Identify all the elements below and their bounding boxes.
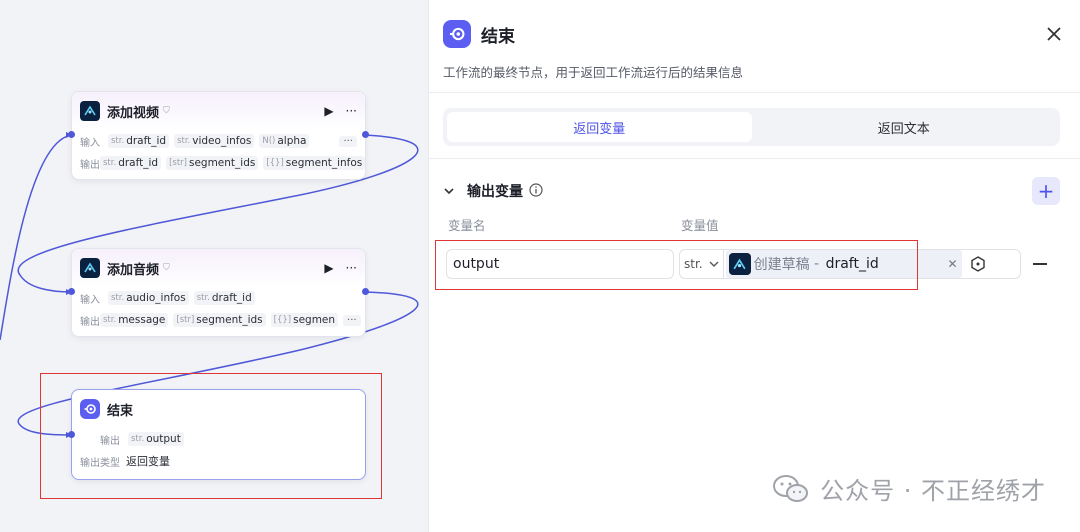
input-label: 输入	[80, 294, 100, 306]
param-chip: str. draft_id	[108, 134, 170, 148]
node-title: 添加视频	[107, 105, 160, 121]
col-variable-value: 变量值	[681, 218, 719, 233]
clear-icon[interactable]: ✕	[948, 257, 958, 271]
node-header: 添加视频 ⛉ ▶ ···	[72, 92, 365, 130]
output-row: 输出 str. message [str] segment_ids [{}] segm…	[72, 309, 365, 331]
input-row: 输入 str. draft_id str. video_infos N() alpha…	[72, 130, 365, 152]
param-chip: str. audio_infos	[108, 291, 189, 305]
column-headers: 变量名 变量值	[429, 205, 1080, 234]
remove-variable-button[interactable]	[1033, 263, 1047, 265]
divider	[429, 92, 1080, 93]
node-header: 添加音频 ⛉ ▶ ···	[72, 249, 365, 287]
info-icon[interactable]	[529, 182, 543, 201]
tab-return-text[interactable]: 返回文本	[752, 112, 1057, 142]
more-icon[interactable]: ···	[346, 104, 357, 118]
tab-bar: 返回变量 返回文本	[443, 108, 1060, 146]
shield-icon: ⛉	[163, 106, 170, 116]
col-variable-name: 变量名	[448, 218, 486, 233]
param-chip: [str] segment_ids	[166, 156, 259, 170]
more-params-button[interactable]: ···	[339, 135, 357, 147]
param-chip: [{}] segment_infos	[263, 156, 365, 170]
more-params-button[interactable]: ···	[343, 314, 361, 326]
close-icon[interactable]	[1042, 22, 1066, 46]
panel-title: 结束	[481, 26, 515, 47]
variable-picker-icon[interactable]	[968, 254, 988, 274]
add-variable-button[interactable]: +	[1032, 177, 1060, 205]
tab-return-variable[interactable]: 返回变量	[447, 112, 752, 142]
shield-icon: ⛉	[163, 263, 170, 273]
output-label: 输出	[80, 316, 100, 328]
panel-description: 工作流的最终节点，用于返回工作流运行后的结果信息	[443, 65, 744, 80]
panel-header: 结束	[429, 0, 1080, 48]
param-chip: N() alpha	[259, 134, 310, 148]
node-add-video[interactable]: 添加视频 ⛉ ▶ ··· 输入 str. draft_id str. video_i…	[71, 91, 366, 180]
param-chip: [{}] segmen	[270, 313, 339, 327]
end-node-icon	[443, 20, 471, 48]
highlight-box-variable-row	[435, 240, 918, 290]
param-chip: [str] segment_ids	[173, 313, 266, 327]
input-port[interactable]	[68, 131, 75, 138]
highlight-box-end-node	[40, 373, 382, 499]
plugin-logo-icon	[80, 258, 100, 278]
wechat-icon	[773, 474, 809, 502]
input-row: 输入 str. audio_infos str. draft_id	[72, 287, 365, 309]
param-chip: str. video_infos	[174, 134, 255, 148]
plugin-logo-icon	[80, 101, 100, 121]
watermark: 公众号 · 不正经绣才	[772, 471, 1046, 506]
input-label: 输入	[80, 137, 100, 149]
param-chip: str. draft_id	[193, 291, 255, 305]
section-title: 输出变量	[467, 184, 523, 200]
watermark-text: 公众号 · 不正经绣才	[820, 477, 1046, 505]
node-title: 添加音频	[107, 262, 160, 278]
chevron-down-icon[interactable]	[443, 182, 455, 201]
more-icon[interactable]: ···	[346, 261, 357, 275]
edge-start-to-video	[0, 134, 73, 341]
output-row: 输出 str. draft_id [str] segment_ids [{}] seg…	[72, 152, 365, 174]
output-label: 输出	[80, 159, 100, 171]
input-port[interactable]	[68, 288, 75, 295]
param-chip: str. draft_id	[100, 156, 162, 170]
run-icon[interactable]: ▶	[324, 261, 333, 275]
output-variables-section: 输出变量 +	[429, 159, 1080, 205]
param-chip: str. message	[100, 313, 169, 327]
workflow-canvas[interactable]: 添加视频 ⛉ ▶ ··· 输入 str. draft_id str. video_i…	[0, 0, 428, 532]
output-port[interactable]	[362, 131, 369, 138]
output-port[interactable]	[362, 288, 369, 295]
node-add-audio[interactable]: 添加音频 ⛉ ▶ ··· 输入 str. audio_infos str. draf…	[71, 248, 366, 337]
run-icon[interactable]: ▶	[324, 104, 333, 118]
